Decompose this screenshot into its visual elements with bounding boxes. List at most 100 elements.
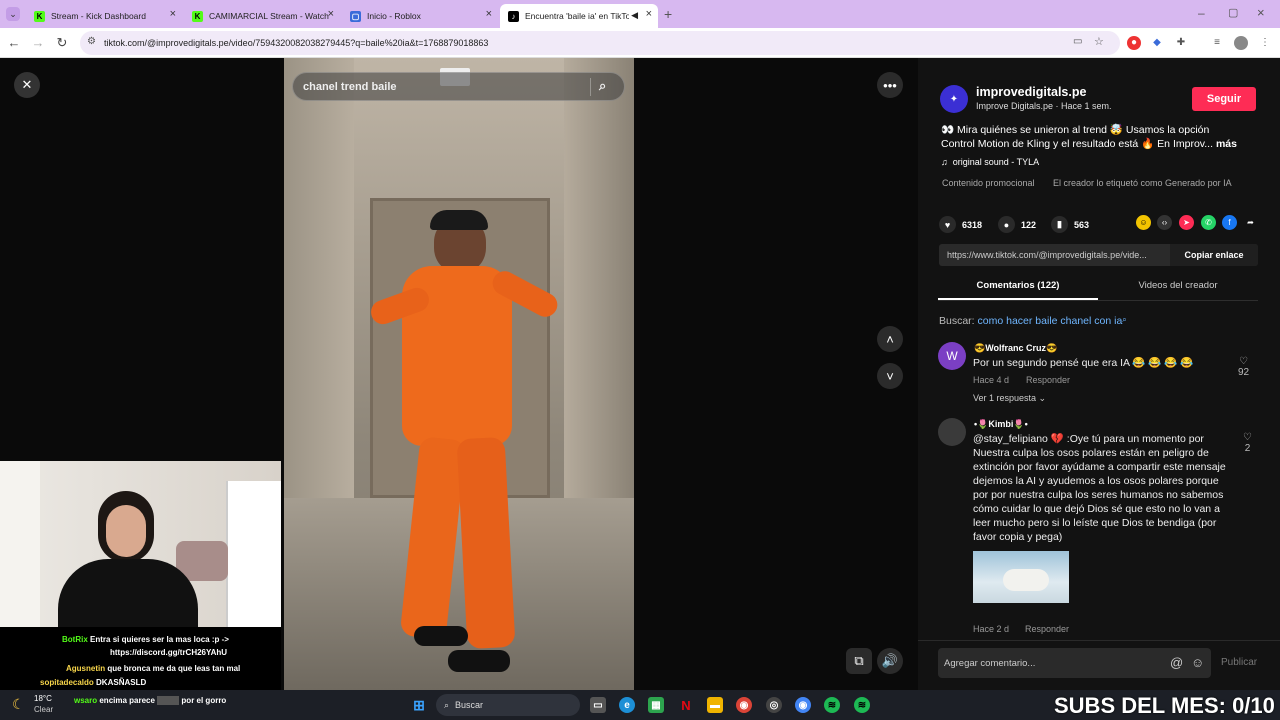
windows-start-icon[interactable]: ⊞ <box>411 697 427 713</box>
search-suggestion[interactable]: Buscar: como hacer baile chanel con ia⌕ <box>939 315 1127 327</box>
reply-button[interactable]: Responder <box>1025 624 1069 634</box>
ellipsis-icon: ••• <box>883 77 897 93</box>
mention-icon[interactable]: @ <box>1170 655 1183 670</box>
tab-camimarcial[interactable]: K CAMIMARCIAL Stream - Watch × <box>184 4 340 28</box>
comment-button[interactable]: ● 122 <box>998 216 1036 233</box>
previous-video-button[interactable]: ˄ <box>877 326 903 352</box>
spotify-icon[interactable]: ≋ <box>824 697 840 713</box>
copy-link-button[interactable]: Copiar enlace <box>1170 244 1258 266</box>
comment-author[interactable]: •🌷Kimbi🌷• <box>974 419 1028 430</box>
weather-condition: Clear <box>34 705 54 714</box>
install-icon[interactable]: ▭ <box>1073 36 1082 47</box>
chat-user: Agusnetin <box>66 664 106 673</box>
task-view-icon[interactable]: ▭ <box>590 697 606 713</box>
dancer-shoe-right <box>448 650 510 672</box>
new-tab-button[interactable]: + <box>664 6 672 22</box>
sound-name: original sound - TYLA <box>952 157 1040 167</box>
view-replies-button[interactable]: Ver 1 respuesta ⌄ <box>973 393 1046 404</box>
edge-icon[interactable]: e <box>619 697 635 713</box>
profile-avatar[interactable] <box>1234 36 1248 50</box>
embed-icon[interactable]: ‹› <box>1157 215 1172 230</box>
emoji-icon[interactable]: ☺ <box>1191 655 1204 670</box>
comment-like-button[interactable]: ♡ 2 <box>1243 432 1252 454</box>
tab-roblox[interactable]: ▢ Inicio - Roblox × <box>342 4 498 28</box>
tab-label: Stream - Kick Dashboard <box>51 11 146 21</box>
chat-line: sopitadecaldo DKASÑASLD <box>40 678 321 687</box>
post-comment-button[interactable]: Publicar <box>1221 657 1257 668</box>
spotify-icon[interactable]: ≋ <box>854 697 870 713</box>
webcam-overlay <box>0 461 281 627</box>
tab-search-button[interactable]: ⌄ <box>6 7 20 21</box>
chrome-profile-icon[interactable]: ◉ <box>795 697 811 713</box>
person-body <box>58 559 198 627</box>
follow-button[interactable]: Seguir <box>1192 87 1256 111</box>
heart-icon: ♥ <box>939 216 956 233</box>
send-icon[interactable]: ➤ <box>1179 215 1194 230</box>
obs-icon[interactable]: ◎ <box>766 697 782 713</box>
site-info-icon[interactable]: ⚙ <box>87 36 96 47</box>
tab-tiktok[interactable]: ♪ Encuentra 'baile ia' en TikTo ◀ × <box>500 4 658 28</box>
person-face <box>106 505 146 557</box>
address-input[interactable]: ⚙ tiktok.com/@improvedigitals.pe/video/7… <box>80 31 1120 55</box>
taskbar-search[interactable]: ⌕ Buscar <box>436 694 580 716</box>
author-handle[interactable]: improvedigitals.pe <box>976 85 1086 99</box>
close-icon[interactable]: × <box>170 8 176 20</box>
search-suggestion-query: como hacer baile chanel con ia <box>977 315 1123 327</box>
forward-icon[interactable]: → <box>30 35 46 50</box>
extensions-puzzle-icon[interactable]: ✚ <box>1174 36 1188 50</box>
close-icon[interactable]: × <box>646 8 652 20</box>
speaker-icon[interactable]: ◀ <box>631 10 638 21</box>
netflix-icon[interactable]: N <box>678 697 694 713</box>
sound-link[interactable]: ♫ original sound - TYLA <box>941 157 1039 167</box>
file-explorer-icon[interactable]: ▬ <box>707 697 723 713</box>
store-icon[interactable]: ▦ <box>648 697 664 713</box>
chat-user: wsaro <box>74 696 98 705</box>
comment-author[interactable]: 😎Wolfranc Cruz😎 <box>974 343 1057 354</box>
whatsapp-icon[interactable]: ✆ <box>1201 215 1216 230</box>
reply-button[interactable]: Responder <box>1026 375 1070 385</box>
facebook-icon[interactable]: f <box>1222 215 1237 230</box>
bookmark-star-icon[interactable]: ☆ <box>1094 35 1104 48</box>
video-search-bar[interactable]: chanel trend baile ⌕ <box>292 72 625 101</box>
more-link[interactable]: más <box>1216 138 1237 150</box>
extension-abp-icon[interactable]: ● <box>1127 36 1141 50</box>
comment-text: Por un segundo pensé que era IA 😂 😂 😂 😂 <box>973 357 1194 369</box>
volume-button[interactable]: 🔊 <box>877 648 903 674</box>
comment-avatar[interactable] <box>938 418 966 446</box>
maximize-button[interactable]: ▢ <box>1228 6 1238 19</box>
kick-icon: K <box>34 10 45 22</box>
share-link-box[interactable]: https://www.tiktok.com/@improvedigitals.… <box>939 244 1258 266</box>
tab-comments[interactable]: Comentarios (122) <box>938 280 1098 291</box>
kick-icon: K <box>192 10 203 22</box>
reading-list-icon[interactable]: ≡ <box>1210 36 1224 50</box>
close-window-button[interactable]: × <box>1257 5 1265 20</box>
comment-image-polar-bear[interactable] <box>973 551 1069 603</box>
chat-text: que bronca me da que leas tan mal <box>107 664 241 673</box>
close-video-button[interactable]: ✕ <box>14 72 40 98</box>
author-avatar[interactable]: ✦ <box>940 85 968 113</box>
picture-in-picture-button[interactable]: ⧉ <box>846 648 872 674</box>
chrome-icon[interactable]: ◉ <box>736 697 752 713</box>
more-options-button[interactable]: ••• <box>877 72 903 98</box>
repost-icon[interactable]: ☺ <box>1136 215 1151 230</box>
back-icon[interactable]: ← <box>6 35 22 50</box>
comment-input[interactable]: Agregar comentario... @ ☺ <box>938 648 1211 678</box>
comment-avatar[interactable]: W <box>938 342 966 370</box>
close-icon[interactable]: × <box>486 8 492 20</box>
close-icon[interactable]: × <box>328 8 334 20</box>
chevron-up-icon: ˄ <box>886 331 894 347</box>
minimize-button[interactable]: – <box>1198 6 1205 20</box>
extension-translate-icon[interactable]: ◆ <box>1150 36 1164 50</box>
menu-kebab-icon[interactable]: ⋮ <box>1258 36 1272 50</box>
like-button[interactable]: ♥ 6318 <box>939 216 982 233</box>
tab-kick-dashboard[interactable]: K Stream - Kick Dashboard × <box>26 4 182 28</box>
share-arrow-icon[interactable]: ➦ <box>1243 215 1258 230</box>
comment-like-count: 92 <box>1238 367 1250 378</box>
video-player[interactable] <box>284 58 634 690</box>
next-video-button[interactable]: ˅ <box>877 363 903 389</box>
reload-icon[interactable]: ↻ <box>54 35 70 51</box>
tab-creator-videos[interactable]: Videos del creador <box>1098 280 1258 291</box>
search-icon[interactable]: ⌕ <box>599 78 606 94</box>
save-button[interactable]: ▮ 563 <box>1051 216 1089 233</box>
comment-like-button[interactable]: ♡ 92 <box>1238 356 1249 378</box>
